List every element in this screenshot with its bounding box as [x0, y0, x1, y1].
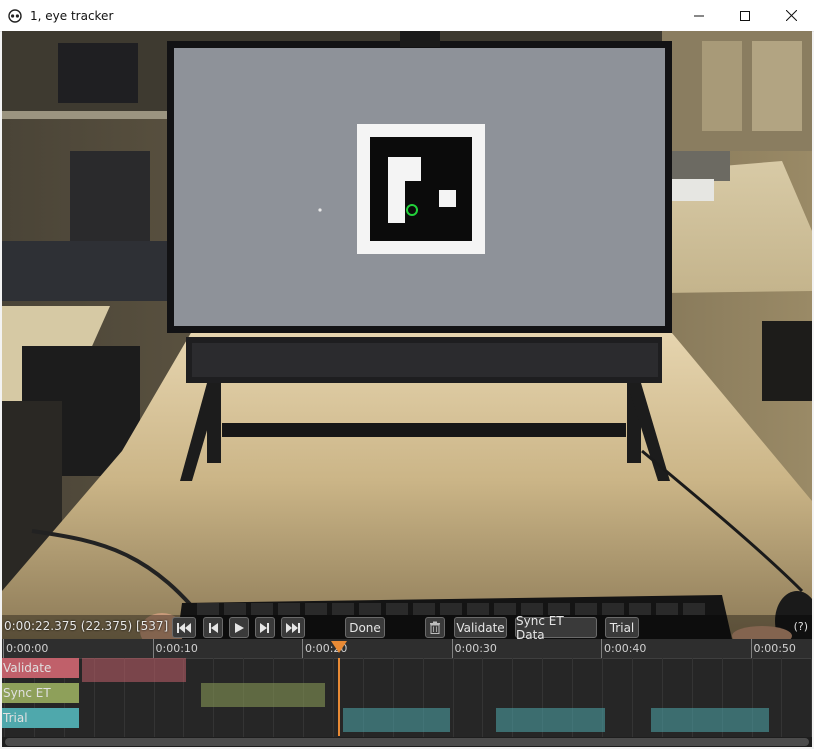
track-label: Sync ET Data [2, 683, 79, 720]
tick-mark [3, 639, 4, 658]
tick-mark [601, 639, 602, 658]
track-trial[interactable]: Trial [2, 708, 812, 733]
play-button[interactable] [229, 617, 249, 638]
track-label: Validate [2, 658, 79, 678]
glasses-icon [8, 8, 22, 23]
timeline-scrollbar[interactable] [2, 737, 812, 747]
tick-label: 0:00:30 [454, 642, 497, 655]
tick-mark [152, 639, 154, 658]
window-title: 1, eye tracker [30, 8, 114, 23]
delete-button[interactable] [425, 617, 445, 638]
skip-to-start-icon [177, 622, 191, 633]
step-forward-icon [260, 622, 269, 633]
step-back-icon [209, 622, 218, 633]
tick-label: 0:00:00 [6, 642, 49, 655]
minimize-icon [694, 15, 704, 16]
close-icon [785, 10, 797, 21]
maximize-button[interactable] [722, 0, 768, 31]
maximize-icon [740, 10, 750, 21]
trial-button[interactable]: Trial [605, 617, 639, 638]
timeline-segment[interactable] [201, 683, 326, 707]
tick-mark [750, 639, 752, 658]
step-back-button[interactable] [203, 617, 223, 638]
sync-et-data-button[interactable]: Sync ET Data [515, 614, 597, 642]
tick-label: 0:00:50 [753, 642, 796, 655]
tick-mark [302, 639, 303, 658]
window-titlebar[interactable]: 1, eye tracker [0, 0, 814, 32]
track-validate[interactable]: Validate [2, 658, 812, 683]
time-ruler[interactable]: 0:00:00 0:00:10 0:00:20 0:00:30 0:00:40 … [2, 639, 812, 659]
play-icon [235, 622, 244, 633]
tick-label: 0:00:10 [155, 642, 198, 655]
tick-label: 0:00:40 [604, 642, 647, 655]
timeline-scroll-thumb[interactable] [5, 738, 809, 746]
timeline-segment[interactable] [343, 708, 450, 732]
skip-to-end-icon [286, 622, 300, 633]
help-button[interactable]: (?) [794, 620, 808, 633]
timeline-segment[interactable] [81, 658, 187, 682]
skip-to-start-button[interactable] [172, 617, 196, 638]
tick-mark [451, 639, 453, 658]
done-button[interactable]: Done [345, 617, 385, 638]
timecode-readout: 0:00:22.375 (22.375) [537] [4, 619, 169, 633]
gaze-marker-icon [406, 204, 418, 216]
close-button[interactable] [768, 0, 814, 31]
track-label: Trial [2, 708, 79, 728]
step-forward-button[interactable] [255, 617, 275, 638]
timeline-segment[interactable] [495, 708, 605, 732]
track-sync-et-data[interactable]: Sync ET Data [2, 683, 812, 720]
timeline-segment[interactable] [651, 708, 770, 732]
playhead[interactable] [337, 658, 340, 736]
timeline-panel[interactable]: 0:00:00 0:00:10 0:00:20 0:00:30 0:00:40 … [2, 639, 812, 747]
scene-video[interactable] [2, 31, 812, 639]
playhead-handle-icon[interactable] [330, 641, 347, 653]
scene-camera-frame [2, 31, 812, 639]
skip-to-end-button[interactable] [281, 617, 305, 638]
validate-button[interactable]: Validate [454, 617, 507, 638]
minimize-button[interactable] [676, 0, 722, 31]
trash-icon [430, 621, 440, 634]
